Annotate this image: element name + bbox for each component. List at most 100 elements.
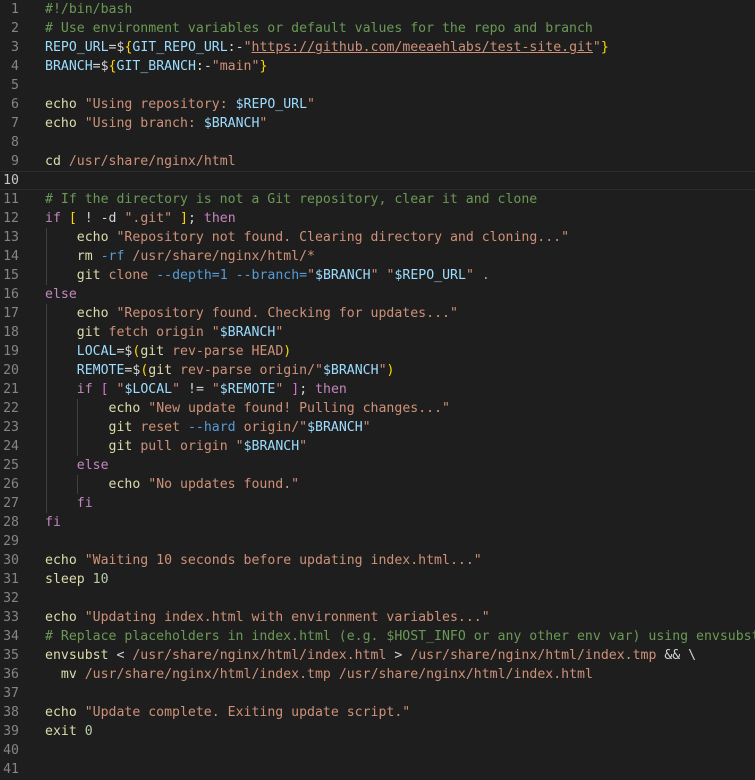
code-line[interactable]: 13 echo "Repository not found. Clearing … <box>0 228 755 247</box>
code-line[interactable]: 20 REMOTE=$(git rev-parse origin/"$BRANC… <box>0 361 755 380</box>
code-token: $REPO_URL <box>394 268 466 283</box>
code-line[interactable]: 37 <box>0 684 755 703</box>
code-token: $BRANCH <box>322 363 379 378</box>
code-line[interactable]: 7 echo "Using branch: $BRANCH" <box>0 114 755 133</box>
line-number: 35 <box>3 648 19 663</box>
code-line[interactable]: 31 sleep 10 <box>0 570 755 589</box>
line-number: 9 <box>11 154 19 169</box>
code-line[interactable]: 32 <box>0 589 755 608</box>
code-token: $ <box>100 59 109 74</box>
code-token: /usr/share/nginx/html/index.tmp <box>84 667 331 682</box>
code-token: GIT_BRANCH <box>116 59 196 74</box>
code-token: echo <box>45 705 77 720</box>
code-token: > <box>386 648 411 663</box>
code-token: --branch= <box>235 268 308 283</box>
code-editor[interactable]: 1 #!/bin/bash 2 # Use environment variables… <box>0 0 755 780</box>
code-token: GIT_REPO_URL <box>132 40 228 55</box>
code-token: " <box>259 116 268 131</box>
code-token: :- <box>195 59 212 74</box>
code-token: { <box>108 59 117 74</box>
code-token: echo <box>45 610 77 625</box>
code-token: fi <box>76 496 93 511</box>
code-token: < <box>108 648 133 663</box>
code-text: REMOTE=$(git rev-parse origin/"$BRANCH") <box>45 361 395 380</box>
code-line[interactable]: 26 echo "No updates found." <box>0 475 755 494</box>
code-line[interactable]: 18 git fetch origin "$BRANCH" <box>0 323 755 342</box>
code-token: /usr/share/nginx/html <box>68 154 236 169</box>
code-line[interactable]: 5 <box>0 76 755 95</box>
code-token: $BRANCH <box>203 116 260 131</box>
code-token: git <box>108 439 133 454</box>
code-line[interactable]: 25 else <box>0 456 755 475</box>
code-line[interactable]: 1 #!/bin/bash <box>0 0 755 19</box>
line-number: 10 <box>3 173 19 188</box>
code-line[interactable]: 36 mv /usr/share/nginx/html/index.tmp /u… <box>0 665 755 684</box>
code-line[interactable]: 4 BRANCH=${GIT_BRANCH:-"main"} <box>0 57 755 76</box>
code-text: echo "Using branch: $BRANCH" <box>45 114 267 133</box>
code-line[interactable]: 2 # Use environment variables or default … <box>0 19 755 38</box>
line-number: 40 <box>3 743 19 758</box>
code-line[interactable]: 11 # If the directory is not a Git reposi… <box>0 190 755 209</box>
code-token: "Updating index.html with environment va… <box>84 610 490 625</box>
code-line[interactable]: 33 echo "Updating index.html with environ… <box>0 608 755 627</box>
code-token: " <box>315 363 323 378</box>
code-token: " <box>211 382 220 397</box>
code-line[interactable]: 38 echo "Update complete. Exiting update … <box>0 703 755 722</box>
code-token: 0 <box>84 724 93 739</box>
code-line[interactable]: 24 git pull origin "$BRANCH" <box>0 437 755 456</box>
code-line[interactable]: 23 git reset --hard origin/"$BRANCH" <box>0 418 755 437</box>
code-line[interactable]: 29 <box>0 532 755 551</box>
code-line[interactable]: 35 envsubst < /usr/share/nginx/html/index… <box>0 646 755 665</box>
line-number: 2 <box>11 21 19 36</box>
code-line[interactable]: 15 git clone --depth=1 --branch="$BRANCH… <box>0 266 755 285</box>
code-line[interactable]: 27 fi <box>0 494 755 513</box>
code-line[interactable]: 10 <box>0 171 755 190</box>
code-line[interactable]: 6 echo "Using repository: $REPO_URL" <box>0 95 755 114</box>
code-line[interactable]: 14 rm -rf /usr/share/nginx/html/* <box>0 247 755 266</box>
line-number: 29 <box>3 534 19 549</box>
code-token: $REMOTE <box>219 382 276 397</box>
code-line[interactable]: 12 if [ ! -d ".git" ]; then <box>0 209 755 228</box>
code-line[interactable]: 22 echo "New update found! Pulling chang… <box>0 399 755 418</box>
code-token: if <box>76 382 93 397</box>
code-token: $BRANCH <box>307 420 363 435</box>
code-line[interactable]: 40 <box>0 741 755 760</box>
code-token: " <box>235 439 244 454</box>
code-line[interactable]: 34 # Replace placeholders in index.html (… <box>0 627 755 646</box>
code-token: " <box>211 325 220 340</box>
code-token: " <box>592 40 601 55</box>
code-line[interactable]: 39 exit 0 <box>0 722 755 741</box>
line-number: 23 <box>3 420 19 435</box>
code-line[interactable]: 9 cd /usr/share/nginx/html <box>0 152 755 171</box>
code-token: ; <box>187 211 204 226</box>
code-line[interactable]: 30 echo "Waiting 10 seconds before updati… <box>0 551 755 570</box>
code-token: "New update found! Pulling changes..." <box>148 401 450 416</box>
code-line[interactable]: 28 fi <box>0 513 755 532</box>
code-line[interactable]: 17 echo "Repository found. Checking for … <box>0 304 755 323</box>
code-token: $REPO_URL <box>235 97 308 112</box>
code-token: rev-parse HEAD <box>172 344 284 359</box>
code-text: if [ ! -d ".git" ]; then <box>45 209 236 228</box>
line-number: 36 <box>3 667 19 682</box>
code-line[interactable]: 16 else <box>0 285 755 304</box>
code-line[interactable]: 3 REPO_URL=${GIT_REPO_URL:-"https://githu… <box>0 38 755 57</box>
code-token: } <box>600 40 609 55</box>
code-line[interactable]: 8 <box>0 133 755 152</box>
code-line[interactable]: 19 LOCAL=$(git rev-parse HEAD) <box>0 342 755 361</box>
code-line[interactable]: 21 if [ "$LOCAL" != "$REMOTE" ]; then <box>0 380 755 399</box>
code-text: fi <box>45 513 61 532</box>
code-text: exit 0 <box>45 722 93 741</box>
code-line[interactable]: 41 <box>0 760 755 779</box>
